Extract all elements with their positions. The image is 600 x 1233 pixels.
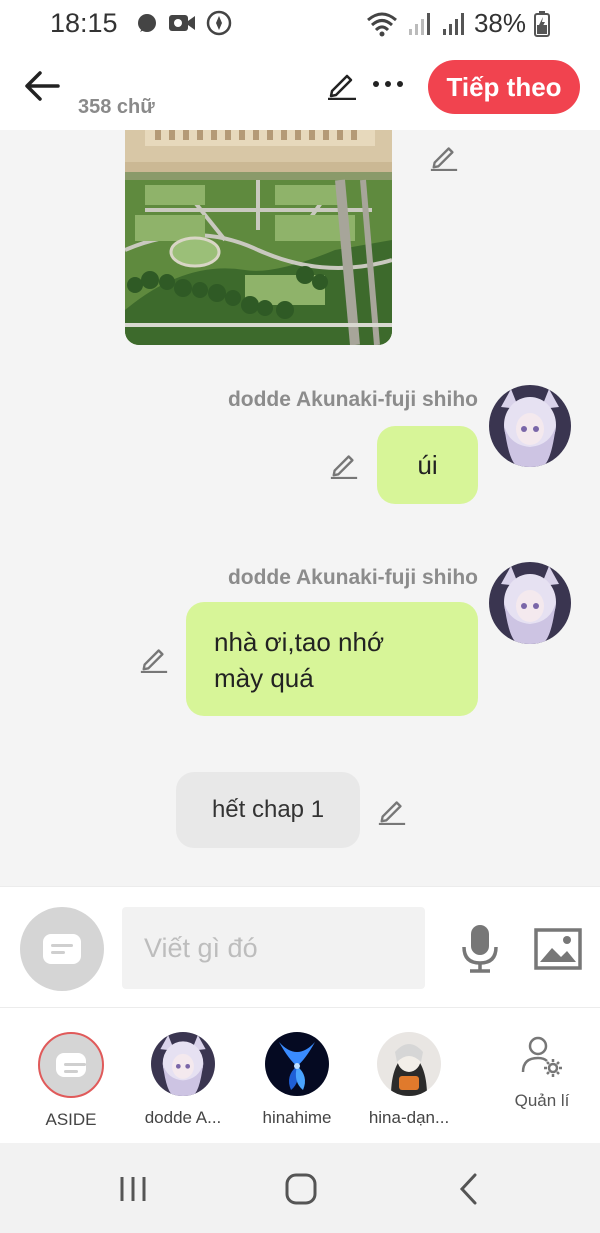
microphone-button[interactable] [456,921,504,977]
next-button[interactable]: Tiếp theo [428,60,580,114]
character-avatar [151,1032,215,1096]
character-avatar[interactable] [489,562,571,644]
image-icon [534,928,582,970]
character-aside[interactable]: ASIDE [16,1032,126,1130]
aside-icon [56,1053,86,1077]
status-bar: 18:15 38% [0,0,600,50]
message-bubble[interactable]: nhà ơi,tao nhớ mày quá [186,602,478,716]
character-hinahime[interactable]: hinahime [242,1032,352,1128]
chat-area[interactable]: dodde Akunaki-fuji shiho úi dodde Akunak… [0,130,600,886]
message-sender-name: dodde Akunaki-fuji shiho [227,566,478,589]
aside-avatar [38,1032,104,1098]
character-hina-dan[interactable]: hina-dạn... [354,1032,464,1128]
character-avatar[interactable] [489,385,571,467]
app-header: 358 chữ Tiếp theo [0,50,600,130]
more-options-button[interactable] [372,70,412,100]
manage-characters-button[interactable]: Quản lí [502,1034,582,1111]
character-avatar [377,1032,441,1096]
arrow-left-icon [25,71,60,101]
signal-icon [442,12,464,35]
edit-title-button[interactable] [322,64,362,104]
battery-percent: 38% [473,8,526,38]
system-back-button[interactable] [444,1167,494,1211]
message-sender-name: dodde Akunaki-fuji shiho [227,388,478,411]
video-camera-icon [169,15,195,31]
message-text-line: mày quá [214,663,314,693]
palace-aerial-photo[interactable] [125,130,392,345]
compass-icon [206,10,232,36]
message-text-line: nhà ơi,tao nhớ [214,627,384,657]
character-name: dodde A... [144,1108,222,1127]
edit-message-button[interactable] [326,446,362,482]
message-input[interactable]: Viết gì đó [122,907,425,989]
character-dodde[interactable]: dodde A... [128,1032,238,1128]
wifi-icon [366,12,397,36]
character-avatar [265,1032,329,1096]
microphone-icon [462,925,498,973]
edit-message-button[interactable] [374,792,410,828]
message-bubble[interactable]: úi [377,426,478,504]
system-nav-bar [0,1143,600,1233]
insert-image-button[interactable] [532,925,584,973]
user-settings-icon [521,1036,562,1077]
home-button[interactable] [276,1167,326,1211]
aside-text: hết chap 1 [211,796,325,823]
character-name: ASIDE [45,1110,97,1129]
aside-toggle-button[interactable] [20,907,104,991]
edit-message-button[interactable] [136,640,172,676]
pencil-icon [140,649,168,673]
home-icon [285,1173,317,1205]
character-bar: ASIDE dodde A... hinahime hina-dạn... Qu… [0,1008,600,1143]
more-dots-icon [373,81,403,87]
edit-message-button[interactable] [426,138,462,174]
chat-bubble-icon [138,14,156,32]
battery-icon [534,10,550,37]
message-text: úi [417,450,438,480]
character-name: hinahime [262,1108,332,1127]
aside-bubble[interactable]: hết chap 1 [176,772,360,848]
back-button[interactable] [20,64,64,108]
chevron-left-icon [459,1173,477,1205]
signal-icon [408,12,430,35]
status-time: 18:15 [50,8,118,38]
pencil-icon [328,74,356,100]
compose-bar: Viết gì đó [0,886,600,1008]
message-input-placeholder: Viết gì đó [144,932,258,963]
aside-icon [43,934,81,964]
pencil-icon [430,147,458,171]
pencil-icon [378,801,406,825]
character-name: hina-dạn... [368,1108,450,1127]
recent-apps-button[interactable] [108,1167,158,1211]
word-count: 358 chữ [78,96,155,118]
manage-label: Quản lí [514,1091,570,1110]
recent-apps-icon [120,1177,146,1201]
pencil-icon [330,455,358,479]
